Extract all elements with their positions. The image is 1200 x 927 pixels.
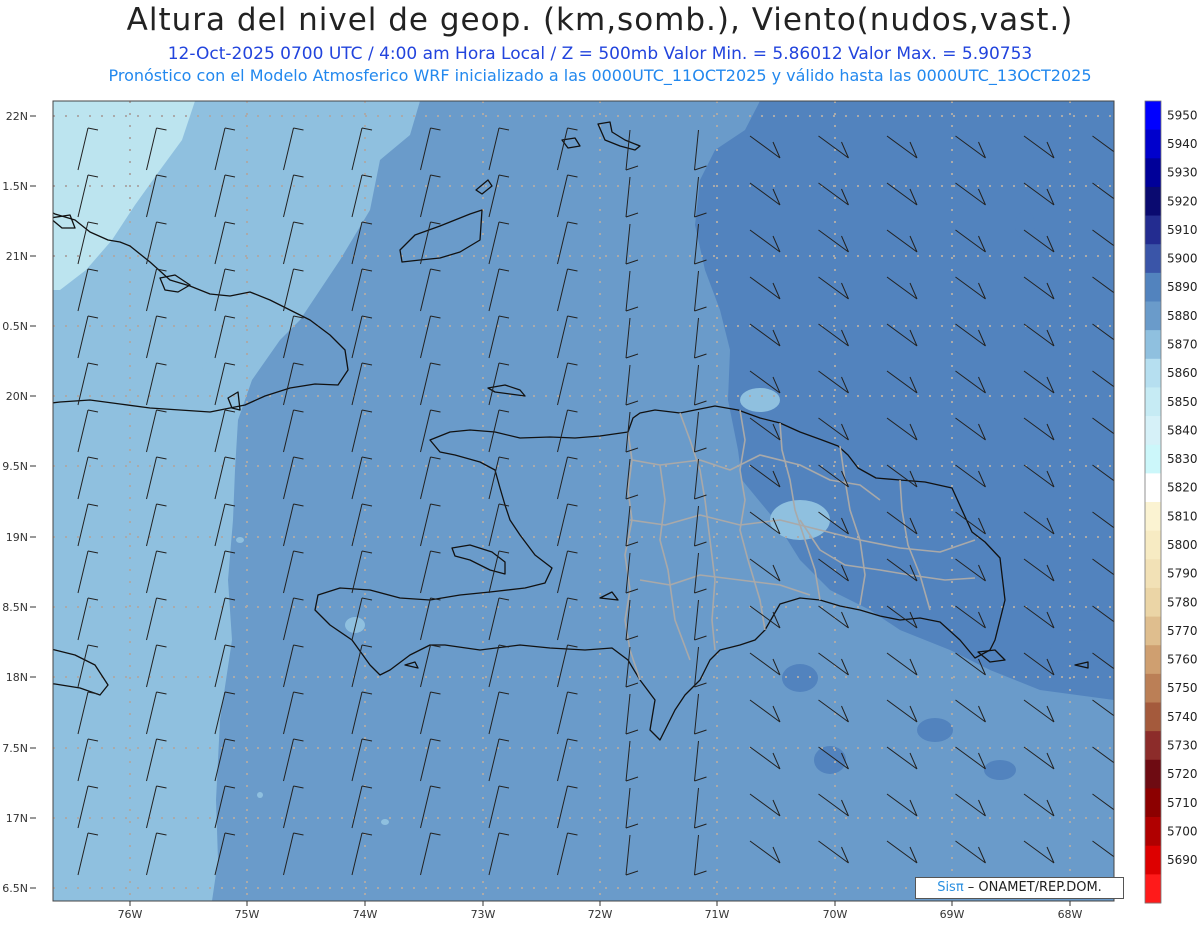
colorbar-swatch — [1145, 673, 1161, 703]
colorbar-swatch — [1145, 272, 1161, 302]
lat-label: 22N — [6, 110, 28, 123]
colorbar-swatch — [1145, 759, 1161, 789]
dark-spot — [984, 760, 1016, 780]
colorbar-swatch — [1145, 587, 1161, 617]
colorbar-swatch — [1145, 101, 1161, 131]
colorbar-swatch — [1145, 416, 1161, 446]
lon-label: 70W — [823, 908, 848, 921]
dark-spot — [782, 664, 818, 692]
colorbar-label: 5890 — [1167, 280, 1198, 294]
colorbar-swatch — [1145, 845, 1161, 875]
lon-label: 68W — [1058, 908, 1083, 921]
colorbar-label: 5750 — [1167, 681, 1198, 695]
light-spot — [257, 792, 263, 798]
light-spot — [202, 362, 218, 374]
colorbar-swatch — [1145, 186, 1161, 216]
colorbar-label: 5760 — [1167, 653, 1198, 667]
lat-label: 19N — [6, 531, 28, 544]
lat-label: 7.5N — [2, 742, 28, 755]
dark-spot — [917, 718, 953, 742]
colorbar-swatch — [1145, 473, 1161, 503]
colorbar-swatch — [1145, 215, 1161, 245]
colorbar-label: 5820 — [1167, 481, 1198, 495]
lat-label: 0.5N — [2, 320, 28, 333]
colorbar-label: 5710 — [1167, 796, 1198, 810]
lat-label: 21N — [6, 250, 28, 263]
colorbar-swatch — [1145, 502, 1161, 532]
colorbar-swatch — [1145, 129, 1161, 159]
light-spot — [740, 388, 780, 412]
colorbar-swatch — [1145, 559, 1161, 589]
colorbar-swatch — [1145, 358, 1161, 388]
colorbar-swatch — [1145, 817, 1161, 847]
lon-label: 71W — [705, 908, 730, 921]
lat-label: 17N — [6, 812, 28, 825]
colorbar-swatch — [1145, 158, 1161, 188]
lon-label: 74W — [353, 908, 378, 921]
colorbar-label: 5830 — [1167, 452, 1198, 466]
colorbar-label: 5730 — [1167, 738, 1198, 752]
colorbar-label: 5870 — [1167, 337, 1198, 351]
colorbar-label: 5740 — [1167, 710, 1198, 724]
light-spot — [381, 819, 389, 825]
colorbar-label: 5860 — [1167, 366, 1198, 380]
colorbar-label: 5690 — [1167, 853, 1198, 867]
dark-spot — [1015, 211, 1035, 239]
lat-label: 20N — [6, 390, 28, 403]
colorbar-label: 5930 — [1167, 166, 1198, 180]
sispi-logo: Sisπ — [937, 880, 964, 895]
lon-label: 72W — [588, 908, 613, 921]
dark-spot — [814, 746, 846, 774]
colorbar-label: 5700 — [1167, 824, 1198, 838]
light-spot — [345, 617, 365, 633]
colorbar-label: 5880 — [1167, 309, 1198, 323]
colorbar-label: 5790 — [1167, 567, 1198, 581]
dark-spot — [834, 405, 866, 425]
colorbar-swatch — [1145, 702, 1161, 732]
colorbar-swatch — [1145, 444, 1161, 474]
latitude-labels: 22N 1.5N 21N 0.5N 20N 9.5N 19N 8.5N 18N 7.5N 17N 6.… — [2, 110, 36, 895]
colorbar-label: 5920 — [1167, 194, 1198, 208]
lat-label: 18N — [6, 671, 28, 684]
lat-label: 8.5N — [2, 601, 28, 614]
colorbar-swatch — [1145, 387, 1161, 417]
lat-label: 1.5N — [2, 180, 28, 193]
colorbar-label: 5910 — [1167, 223, 1198, 237]
map-plot-area — [53, 101, 1114, 901]
colorbar-label: 5840 — [1167, 423, 1198, 437]
colorbar-swatch — [1145, 788, 1161, 818]
colorbar-label: 5780 — [1167, 595, 1198, 609]
colorbar-label: 5800 — [1167, 538, 1198, 552]
colorbar-swatch — [1145, 731, 1161, 761]
colorbar-swatch — [1145, 530, 1161, 560]
colorbar-swatch — [1145, 645, 1161, 675]
colorbar-label: 5900 — [1167, 252, 1198, 266]
light-spot — [236, 537, 244, 543]
credit-text: – ONAMET/REP.DOM. — [963, 880, 1102, 895]
colorbar-swatch — [1145, 244, 1161, 274]
longitude-labels: 76W 75W 74W 73W 72W 71W 70W 69W 68W — [118, 901, 1083, 921]
weather-map: 22N 1.5N 21N 0.5N 20N 9.5N 19N 8.5N 18N 7.5N 17N 6.… — [2, 100, 1198, 921]
lon-label: 69W — [940, 908, 965, 921]
colorbar-label: 5940 — [1167, 137, 1198, 151]
light-spot — [130, 576, 140, 588]
colorbar-swatch — [1145, 874, 1161, 904]
colorbar-label: 5720 — [1167, 767, 1198, 781]
colorbar-swatch — [1145, 301, 1161, 331]
colorbar-swatch — [1145, 616, 1161, 646]
lat-label: 6.5N — [2, 882, 28, 895]
colorbar-label: 5770 — [1167, 624, 1198, 638]
lon-label: 73W — [471, 908, 496, 921]
colorbar-label: 5850 — [1167, 395, 1198, 409]
colorbar: 5950 5940 5930 5920 5910 5900 5890 5880 5870 5860… — [1144, 100, 1198, 904]
colorbar-label: 5810 — [1167, 509, 1198, 523]
colorbar-label: 5950 — [1167, 108, 1198, 122]
credit-box: Sisπ – ONAMET/REP.DOM. — [915, 877, 1124, 899]
lat-label: 9.5N — [2, 460, 28, 473]
lon-label: 75W — [235, 908, 260, 921]
colorbar-swatch — [1145, 330, 1161, 360]
lon-label: 76W — [118, 908, 143, 921]
